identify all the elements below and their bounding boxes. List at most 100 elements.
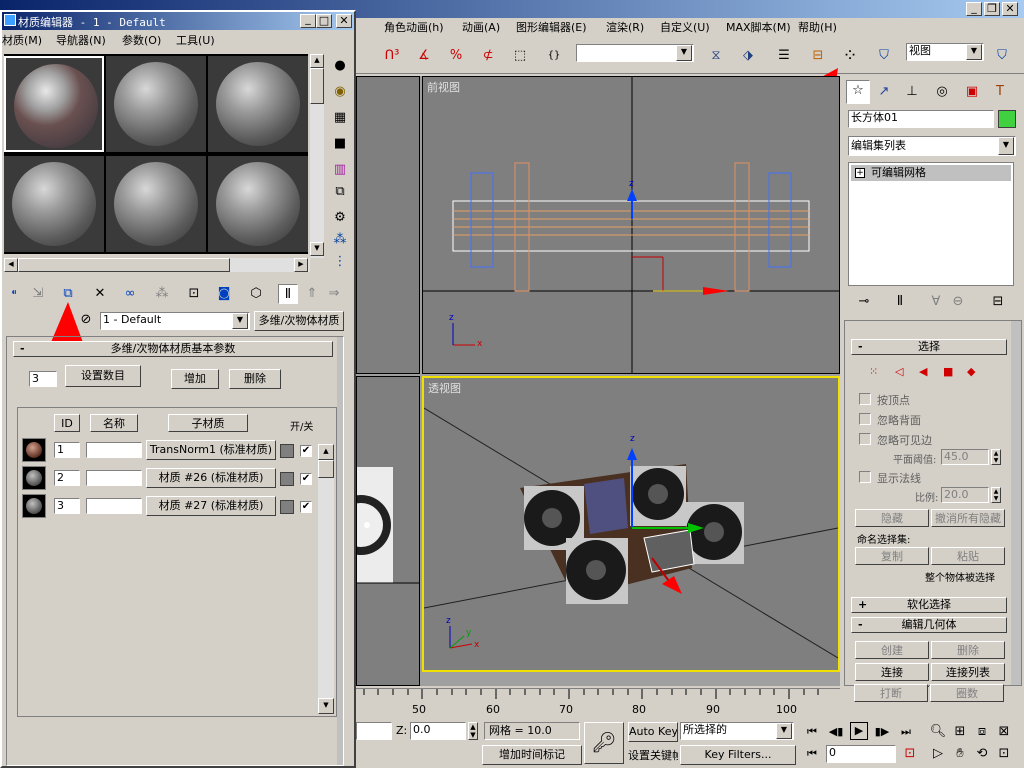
attach-button[interactable]: 连接 [855, 663, 929, 681]
background-icon[interactable]: ▦ [330, 108, 350, 128]
sub-material-button[interactable]: 材质 #26 (标准材质) [146, 468, 276, 488]
sub-material-preview[interactable] [22, 438, 46, 462]
sub-name-field[interactable] [86, 470, 142, 486]
make-copy-icon[interactable]: ∞ [120, 284, 140, 304]
object-name-field[interactable]: 长方体01 [848, 110, 994, 128]
show-map-in-viewport-icon[interactable]: ⬡ [246, 284, 266, 304]
me-menu-material[interactable]: 材质(M) [2, 32, 42, 50]
sub-color-swatch[interactable] [280, 472, 294, 486]
material-name-field[interactable]: 1 - Default [100, 312, 250, 330]
face-level-icon[interactable]: ◀ [919, 365, 927, 378]
abc-selection-icon[interactable]: {} [544, 46, 564, 66]
scale-field[interactable]: 20.0 [941, 487, 989, 503]
sample-slot-3[interactable] [208, 56, 308, 152]
modifier-stack[interactable]: + 可编辑网格 [848, 162, 1014, 286]
video-color-check-icon[interactable]: ▥ [330, 160, 350, 180]
viewport-perspective[interactable]: 透视图 z z x y [422, 376, 840, 672]
material-effects-channel-icon[interactable]: ◙ [214, 284, 234, 304]
add-time-tag-button[interactable]: 增加时间标记 [482, 745, 582, 765]
multi-sub-rollout-header[interactable]: - 多维/次物体材质基本参数 [13, 341, 333, 357]
configure-sets-icon[interactable]: ⊟ [988, 292, 1008, 312]
render-scene-icon[interactable]: ⛉ [874, 46, 894, 66]
menu-item-rendering[interactable]: 渲染(R) [606, 19, 644, 37]
auto-key-button[interactable]: Auto Key [628, 722, 678, 742]
app-close-button[interactable]: ✕ [1002, 2, 1018, 16]
backlight-icon[interactable]: ◉ [330, 82, 350, 102]
selected-dropdown-arrow[interactable]: ▼ [776, 723, 792, 739]
angle-snap-icon[interactable]: ∡ [414, 46, 434, 66]
stack-item-editable-mesh[interactable]: + 可编辑网格 [851, 165, 1011, 181]
col-header-submaterial[interactable]: 子材质 [168, 414, 248, 432]
go-to-parent-icon[interactable]: ⇑ [302, 284, 322, 304]
view-dropdown-arrow[interactable]: ▼ [966, 44, 982, 60]
sub-material-button[interactable]: TransNorm1 (标准材质) [146, 440, 276, 460]
by-vertex-checkbox[interactable] [859, 393, 871, 405]
sub-name-field[interactable] [86, 498, 142, 514]
add-sub-button[interactable]: 增加 [171, 369, 219, 389]
go-to-start-icon[interactable]: ⏮ [802, 722, 822, 742]
menu-item-help[interactable]: 帮助(H) [798, 19, 837, 37]
viewport-bottom-left[interactable] [356, 376, 420, 686]
utilities-tab-icon[interactable]: T [990, 82, 1010, 102]
material-name-dropdown-arrow[interactable]: ▼ [232, 313, 248, 329]
me-minimize-button[interactable]: _ [300, 14, 316, 28]
vertex-level-icon[interactable]: ⁙ [869, 365, 878, 378]
put-to-scene-icon[interactable]: ⇲ [28, 284, 48, 304]
object-color-swatch[interactable] [998, 110, 1016, 128]
current-frame-field[interactable]: 0 [826, 745, 896, 763]
me-menu-utilities[interactable]: 工具(U) [176, 32, 215, 50]
sub-count-field[interactable]: 3 [29, 371, 57, 387]
parameters-scrollbar[interactable] [337, 337, 343, 765]
zoom-extents-all-icon[interactable]: ⊠ [994, 722, 1014, 742]
assign-to-selection-icon[interactable]: ⧉ [58, 284, 78, 304]
unhide-all-button[interactable]: 撤消所有隐藏 [931, 509, 1005, 527]
material-editor-title-bar[interactable]: 材质编辑器 - 1 - Default _ □ ✕ [2, 12, 354, 30]
sub-material-preview[interactable] [22, 466, 46, 490]
menu-item-character[interactable]: 角色动画(h) [384, 19, 444, 37]
sub-material-button[interactable]: 材质 #27 (标准材质) [146, 496, 276, 516]
sample-slots-vscroll[interactable]: ▲ ▼ [310, 54, 324, 258]
layer-manager-icon[interactable]: ☰ [774, 46, 794, 66]
key-filters-button[interactable]: Key Filters... [680, 745, 796, 765]
named-selection-dropdown-arrow[interactable]: ▼ [676, 45, 692, 61]
sub-id-field[interactable]: 1 [54, 442, 80, 458]
sub-color-swatch[interactable] [280, 444, 294, 458]
planar-threshold-field[interactable]: 45.0 [941, 449, 989, 465]
key-mode-toggle-icon[interactable]: ⏮ [802, 744, 822, 764]
edit-geometry-rollout-header[interactable]: - 编辑几何体 [851, 617, 1007, 633]
select-by-material-icon[interactable]: ⁂ [330, 230, 350, 250]
sample-slots-hscroll[interactable]: ◀ ▶ [4, 258, 310, 272]
pan-icon[interactable]: ✋︎ [950, 744, 970, 764]
sub-on-checkbox[interactable]: ✔ [300, 445, 312, 457]
paste-button[interactable]: 粘贴 [931, 547, 1005, 565]
sub-on-checkbox[interactable]: ✔ [300, 473, 312, 485]
z-spinner[interactable]: ▲ ▼ [468, 722, 478, 740]
time-config-icon[interactable]: ⊡ [900, 744, 920, 764]
edge-level-icon[interactable]: ◁ [895, 365, 903, 378]
me-close-button[interactable]: ✕ [336, 14, 352, 28]
display-tab-icon[interactable]: ▣ [962, 82, 982, 102]
remove-modifier-icon[interactable]: ⊖ [948, 292, 968, 312]
make-preview-icon[interactable]: ⧉ [330, 182, 350, 202]
align-icon[interactable]: ⬗ [738, 46, 758, 66]
quick-render-icon[interactable]: ⛉ [992, 46, 1012, 66]
arc-rotate-icon[interactable]: ⟲ [972, 744, 992, 764]
planar-threshold-spinner[interactable]: ▲ ▼ [991, 449, 1001, 465]
sample-slot-1[interactable] [4, 56, 104, 152]
percent-snap-icon[interactable]: % [446, 46, 466, 66]
sub-material-preview[interactable] [22, 494, 46, 518]
sample-slot-2[interactable] [106, 56, 206, 152]
previous-frame-icon[interactable]: ◀▮ [826, 722, 846, 742]
track-view-icon[interactable]: ⊟ [808, 46, 828, 66]
me-menu-options[interactable]: 参数(O) [122, 32, 161, 50]
play-icon[interactable]: ▶ [850, 722, 868, 740]
material-map-navigator-icon[interactable]: ⋮ [330, 252, 350, 272]
sub-id-field[interactable]: 3 [54, 498, 80, 514]
polygon-level-icon[interactable]: ■ [943, 365, 953, 378]
sub-table-scrollbar[interactable]: ▲ ▼ [318, 444, 334, 714]
me-menu-navigation[interactable]: 导航器(N) [56, 32, 106, 50]
viewport-front[interactable]: 前视图 z z x [422, 76, 840, 374]
create-button[interactable]: 创建 [855, 641, 929, 659]
soft-selection-rollout-header[interactable]: + 软化选择 [851, 597, 1007, 613]
element-level-icon[interactable]: ◆ [967, 365, 975, 378]
